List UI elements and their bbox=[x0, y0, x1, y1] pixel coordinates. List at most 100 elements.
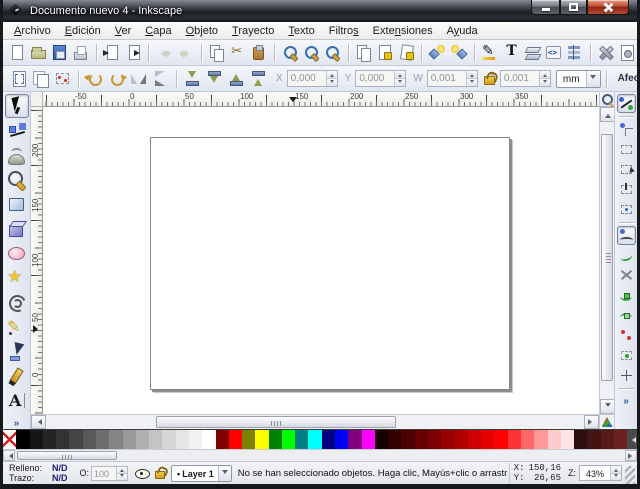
zoom-spinner[interactable] bbox=[610, 466, 621, 480]
calligraphy-button[interactable] bbox=[5, 365, 29, 389]
sticky-zoom-button[interactable] bbox=[600, 92, 614, 107]
toolbox-overflow-chevron[interactable]: » bbox=[14, 418, 20, 429]
horizontal-scroll-thumb[interactable] bbox=[156, 416, 396, 428]
layer-lock-icon[interactable] bbox=[153, 466, 166, 481]
palette-swatch[interactable] bbox=[43, 430, 56, 449]
palette-swatch[interactable] bbox=[534, 430, 547, 449]
raise-button[interactable] bbox=[226, 68, 247, 90]
y-field[interactable]: 0,000 bbox=[355, 70, 406, 87]
deselect-button[interactable] bbox=[52, 68, 73, 90]
rotate-ccw-button[interactable] bbox=[84, 68, 105, 90]
text-button[interactable] bbox=[5, 389, 29, 413]
palette-swatch[interactable] bbox=[481, 430, 494, 449]
zoom-page-button[interactable] bbox=[322, 42, 342, 64]
snap-bbox-edges-button[interactable] bbox=[617, 140, 636, 159]
vertical-ruler[interactable]: 200150100500 bbox=[31, 107, 43, 414]
flip-vertical-button[interactable] bbox=[150, 68, 171, 90]
ungroup-button[interactable] bbox=[448, 42, 468, 64]
snap-rotation-centers-button[interactable] bbox=[617, 366, 636, 385]
palette-swatch[interactable] bbox=[123, 430, 136, 449]
menu-texto[interactable]: Texto bbox=[281, 23, 321, 39]
vertical-scroll-track[interactable] bbox=[600, 122, 614, 399]
palette-swatch[interactable] bbox=[401, 430, 414, 449]
snap-smooth-nodes-button[interactable] bbox=[617, 306, 636, 325]
snap-bbox-corners-button[interactable] bbox=[617, 160, 636, 179]
pencil-button[interactable] bbox=[5, 315, 29, 339]
palette-swatch[interactable] bbox=[322, 430, 335, 449]
snap-intersections-button[interactable] bbox=[617, 266, 636, 285]
vertical-scroll-thumb[interactable] bbox=[601, 134, 613, 381]
unit-dropdown-button[interactable] bbox=[586, 71, 600, 87]
palette-swatch[interactable] bbox=[362, 430, 375, 449]
ellipse-button[interactable] bbox=[5, 242, 29, 266]
menu-objeto[interactable]: Objeto bbox=[179, 23, 225, 39]
copy-button[interactable] bbox=[207, 42, 227, 64]
snap-midpoints-button[interactable] bbox=[617, 326, 636, 345]
palette-swatch[interactable] bbox=[189, 430, 202, 449]
menu-extensiones[interactable]: Extensiones bbox=[366, 23, 440, 39]
y-spinner[interactable] bbox=[394, 71, 405, 86]
menu-trayecto[interactable]: Trayecto bbox=[225, 23, 281, 39]
import-button[interactable] bbox=[102, 42, 122, 64]
layers-dialog-button[interactable] bbox=[522, 42, 542, 64]
save-document-button[interactable] bbox=[49, 42, 69, 64]
new-document-button[interactable] bbox=[7, 42, 27, 64]
print-button[interactable] bbox=[71, 42, 91, 64]
palette-swatch[interactable] bbox=[614, 430, 627, 449]
opacity-field[interactable]: 100 bbox=[91, 466, 128, 481]
snap-nodes-button[interactable] bbox=[617, 226, 636, 245]
close-button[interactable] bbox=[587, 0, 629, 15]
xml-editor-button[interactable] bbox=[543, 42, 563, 64]
height-spinner[interactable] bbox=[539, 71, 550, 86]
lower-button[interactable] bbox=[204, 68, 225, 90]
star-button[interactable] bbox=[5, 266, 29, 290]
titlebar[interactable]: Documento nuevo 4 - Inkscape bbox=[3, 0, 637, 22]
palette-swatch[interactable] bbox=[149, 430, 162, 449]
lower-to-bottom-button[interactable] bbox=[182, 68, 203, 90]
zoom-button[interactable] bbox=[5, 168, 29, 192]
box3d-button[interactable] bbox=[5, 217, 29, 241]
palette-swatch[interactable] bbox=[601, 430, 614, 449]
palette-swatch[interactable] bbox=[202, 430, 215, 449]
palette-scroll-right-button[interactable] bbox=[625, 450, 637, 461]
palette-swatch[interactable] bbox=[428, 430, 441, 449]
palette-swatch[interactable] bbox=[69, 430, 82, 449]
select-all-button[interactable] bbox=[8, 68, 29, 90]
text-dialog-button[interactable] bbox=[501, 42, 521, 64]
palette-scroll-track[interactable] bbox=[15, 450, 625, 461]
palette-swatch[interactable] bbox=[388, 430, 401, 449]
document-page[interactable] bbox=[150, 137, 510, 390]
open-document-button[interactable] bbox=[28, 42, 48, 64]
flip-horizontal-button[interactable] bbox=[128, 68, 149, 90]
width-spinner[interactable] bbox=[466, 71, 477, 86]
maximize-button[interactable] bbox=[560, 0, 587, 15]
unlink-clone-button[interactable] bbox=[396, 42, 416, 64]
palette-swatch[interactable] bbox=[269, 430, 282, 449]
horizontal-ruler[interactable]: -50050100150200250300350 bbox=[43, 92, 599, 107]
palette-swatch[interactable] bbox=[30, 430, 43, 449]
inkscape-preferences-button[interactable] bbox=[596, 42, 616, 64]
palette-swatch[interactable] bbox=[415, 430, 428, 449]
snap-enable-button[interactable] bbox=[617, 94, 636, 113]
palette-swatch[interactable] bbox=[16, 430, 29, 449]
palette-swatch[interactable] bbox=[521, 430, 534, 449]
palette-swatch[interactable] bbox=[282, 430, 295, 449]
palette-swatch[interactable] bbox=[229, 430, 242, 449]
palette-swatch[interactable] bbox=[295, 430, 308, 449]
paste-button[interactable] bbox=[249, 42, 269, 64]
snap-paths-button[interactable] bbox=[617, 246, 636, 265]
horizontal-scroll-track[interactable] bbox=[46, 415, 584, 429]
snap-cusp-nodes-button[interactable] bbox=[617, 286, 636, 305]
zoom-drawing-button[interactable] bbox=[301, 42, 321, 64]
palette-swatch[interactable] bbox=[56, 430, 69, 449]
snap-object-centers-button[interactable] bbox=[617, 346, 636, 365]
rotate-cw-button[interactable] bbox=[106, 68, 127, 90]
unit-selector[interactable]: mm bbox=[556, 70, 601, 88]
export-button[interactable] bbox=[123, 42, 143, 64]
document-properties-button[interactable] bbox=[617, 42, 637, 64]
snap-bbox-midpoints-button[interactable] bbox=[617, 180, 636, 199]
width-field[interactable]: 0,001 bbox=[427, 70, 478, 87]
menu-ayuda[interactable]: Ayuda bbox=[440, 23, 485, 39]
layer-dropdown-button[interactable] bbox=[218, 466, 231, 481]
palette-swatch[interactable] bbox=[348, 430, 361, 449]
